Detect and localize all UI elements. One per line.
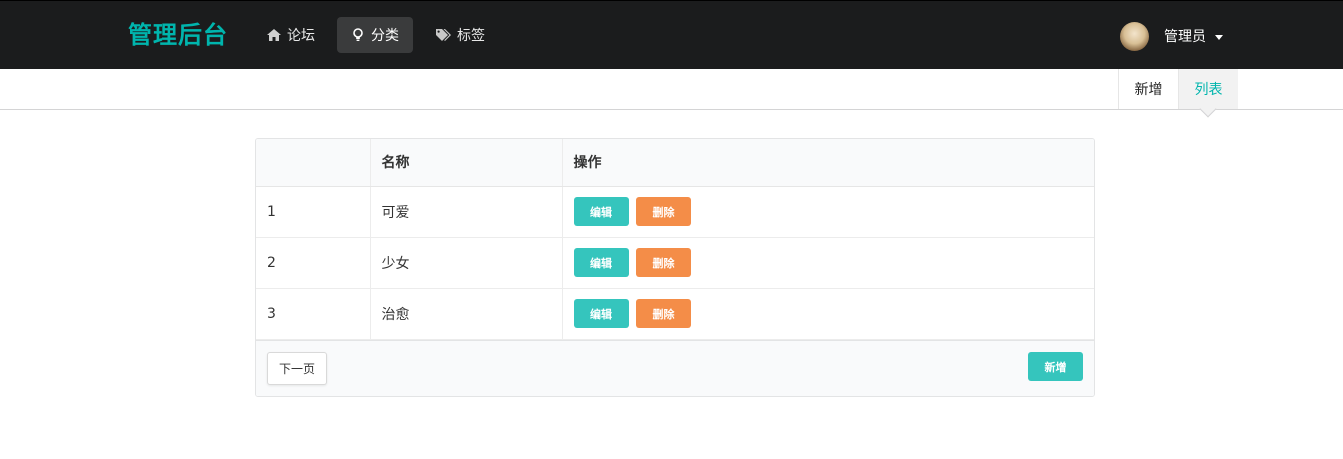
table-row: 1 可爱 编辑 删除 [256, 186, 1094, 238]
column-header-name: 名称 [370, 139, 563, 187]
row-name: 少女 [370, 237, 563, 289]
row-actions: 编辑 删除 [562, 288, 1094, 340]
row-name: 治愈 [370, 288, 563, 340]
category-table-card: 名称 操作 1 可爱 编辑 删除 2 少女 编辑 删除 3 治愈 编辑 删除 下… [255, 138, 1095, 397]
table-row: 2 少女 编辑 删除 [256, 237, 1094, 289]
edit-button[interactable]: 编辑 [573, 299, 629, 328]
nav-item-label: 标签 [457, 28, 485, 44]
secondary-menu: 新增 列表 [0, 69, 1343, 110]
row-id: 1 [256, 186, 371, 238]
delete-button[interactable]: 删除 [635, 299, 691, 328]
table-row: 3 治愈 编辑 删除 [256, 288, 1094, 340]
column-header-id [256, 139, 371, 187]
nav-item-label: 论坛 [287, 28, 315, 44]
category-table: 名称 操作 1 可爱 编辑 删除 2 少女 编辑 删除 3 治愈 编辑 删除 [256, 139, 1094, 340]
nav-item-category[interactable]: 分类 [337, 17, 413, 53]
chevron-down-icon [1215, 34, 1223, 40]
tab-new[interactable]: 新增 [1118, 69, 1178, 109]
home-icon [266, 27, 282, 43]
lightbulb-icon [350, 27, 366, 43]
row-id: 3 [256, 288, 371, 340]
top-navbar: 管理后台 论坛 分类 标签 管理员 [0, 0, 1343, 69]
user-menu[interactable]: 管理员 [1120, 21, 1223, 51]
row-actions: 编辑 删除 [562, 186, 1094, 238]
edit-button[interactable]: 编辑 [573, 197, 629, 226]
table-header-row: 名称 操作 [256, 139, 1094, 187]
row-name: 可爱 [370, 186, 563, 238]
nav-item-tags[interactable]: 标签 [423, 17, 498, 53]
nav-item-forum[interactable]: 论坛 [253, 17, 328, 53]
row-id: 2 [256, 237, 371, 289]
delete-button[interactable]: 删除 [635, 197, 691, 226]
add-button[interactable]: 新增 [1028, 352, 1083, 381]
next-page-button[interactable]: 下一页 [267, 352, 327, 385]
nav-item-label: 分类 [371, 28, 399, 44]
delete-button[interactable]: 删除 [635, 248, 691, 277]
edit-button[interactable]: 编辑 [573, 248, 629, 277]
user-name: 管理员 [1164, 29, 1206, 45]
table-footer: 下一页 新增 [256, 340, 1094, 396]
column-header-actions: 操作 [562, 139, 1094, 187]
tags-icon [436, 27, 452, 43]
brand-logo[interactable]: 管理后台 [128, 19, 228, 51]
avatar [1120, 21, 1149, 51]
row-actions: 编辑 删除 [562, 237, 1094, 289]
